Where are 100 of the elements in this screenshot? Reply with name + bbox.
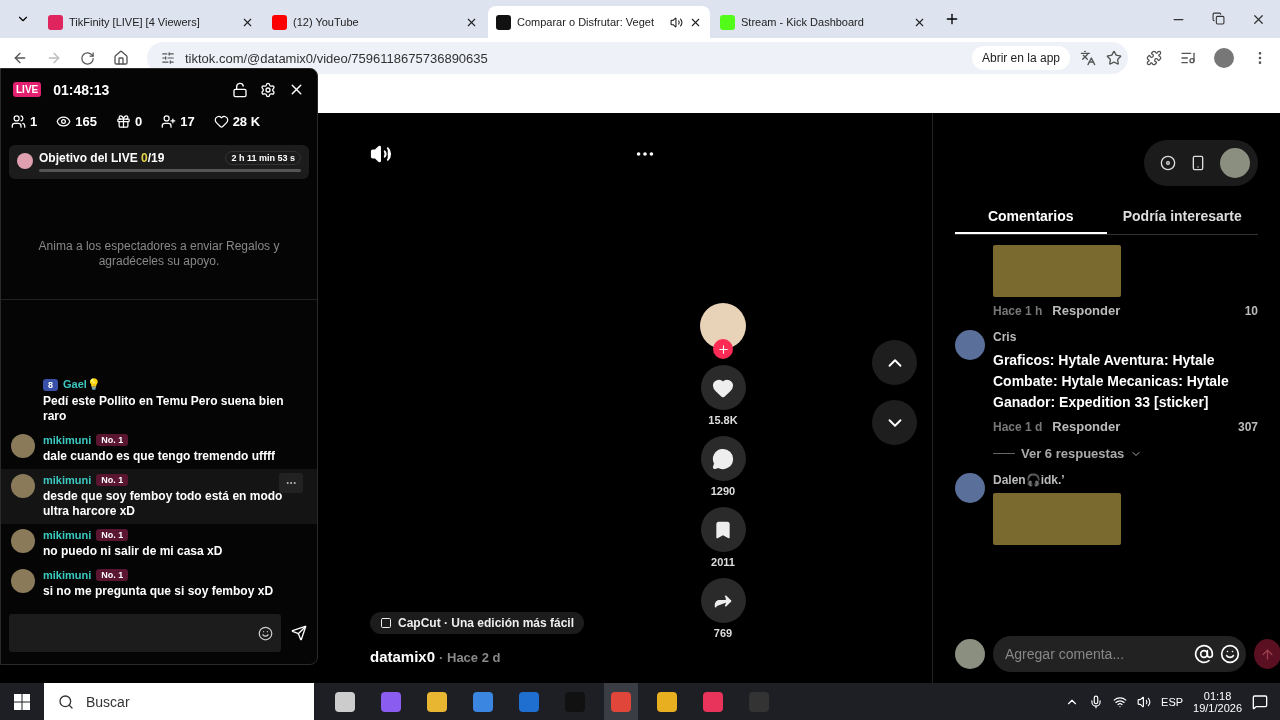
gift-hint-text: Anima a los espectadores a enviar Regalos y agradéceles su apoyo. xyxy=(37,238,281,270)
chat-message-text: desde que soy femboy todo está en modo ultra harcore xD xyxy=(43,489,284,519)
reply-link[interactable]: Responder xyxy=(1052,303,1121,318)
browser-tab[interactable]: (12) YouTube xyxy=(264,6,486,38)
rank-badge: No. 1 xyxy=(96,474,129,486)
capcut-icon xyxy=(380,617,392,629)
media-icon[interactable] xyxy=(1180,50,1196,66)
home-icon[interactable] xyxy=(113,50,129,66)
chat-input[interactable] xyxy=(9,614,281,652)
user-plus-icon xyxy=(161,114,177,129)
comment-input[interactable]: Agregar comenta... xyxy=(993,636,1246,672)
gift-icon xyxy=(115,114,131,129)
taskbar-clock[interactable]: 01:18 19/1/2026 xyxy=(1193,689,1242,714)
phone-icon[interactable] xyxy=(1190,155,1206,171)
open-app-button[interactable]: Abrir en la app xyxy=(971,46,1070,70)
profile-avatar[interactable] xyxy=(1214,48,1234,68)
microphone-icon[interactable] xyxy=(1089,694,1104,709)
translate-icon[interactable] xyxy=(1080,50,1096,66)
stat-value: 165 xyxy=(75,114,97,129)
send-icon[interactable] xyxy=(291,625,307,641)
share-button[interactable] xyxy=(700,578,746,623)
level-badge: 8 xyxy=(43,378,58,391)
commenter-name[interactable]: Dalen🎧idk.’ xyxy=(993,473,1258,487)
chat-username[interactable]: Gael💡 xyxy=(63,378,101,391)
user-avatar[interactable] xyxy=(1220,148,1250,178)
tab-title: Comparar o Disfrutar: Veget xyxy=(517,16,655,28)
creator-avatar[interactable] xyxy=(700,303,746,349)
notifications-icon[interactable] xyxy=(1252,693,1268,710)
settings-icon[interactable] xyxy=(260,81,276,98)
view-replies-button[interactable]: Ver 6 respuestas xyxy=(955,446,1258,461)
rank-badge: No. 1 xyxy=(96,529,129,541)
network-icon[interactable] xyxy=(1113,694,1128,709)
stat-value: 28 K xyxy=(232,114,261,129)
chat-username[interactable]: mikimuni xyxy=(43,569,92,581)
live-timer: 01:48:13 xyxy=(53,81,111,98)
favicon-icon xyxy=(48,14,63,30)
chat-message-text: si no me pregunta que si soy femboy xD xyxy=(43,584,274,599)
windows-logo-icon xyxy=(14,693,30,710)
post-button[interactable] xyxy=(1254,639,1280,669)
user-avatar xyxy=(955,639,985,669)
reply-link[interactable]: Responder xyxy=(1052,419,1121,434)
volume-icon[interactable] xyxy=(1137,694,1152,709)
disc-icon[interactable] xyxy=(1160,155,1176,171)
chat-username[interactable]: mikimuni xyxy=(43,529,92,541)
like-button[interactable] xyxy=(700,365,746,410)
action-count: 15.8K xyxy=(708,414,738,426)
site-settings-icon[interactable] xyxy=(161,51,175,65)
commenter-avatar xyxy=(955,473,985,503)
browser-tab[interactable]: Comparar o Disfrutar: Veget xyxy=(488,6,710,38)
author-name[interactable]: datamix0 xyxy=(370,648,436,665)
panel-tab[interactable]: Comentarios xyxy=(955,200,1107,234)
taskbar-search[interactable]: Buscar xyxy=(44,683,314,720)
chat-username[interactable]: mikimuni xyxy=(43,434,92,446)
tab-title: TikFinity [LIVE] [4 Viewers] xyxy=(69,16,201,28)
action-count: 2011 xyxy=(711,556,735,568)
chat-message-text: no puedo ni salir de mi casa xD xyxy=(43,544,223,559)
save-button[interactable] xyxy=(700,507,746,552)
favicon-icon xyxy=(720,14,735,30)
emoji-icon[interactable] xyxy=(258,625,273,641)
follow-button[interactable] xyxy=(713,339,733,359)
panel-tab[interactable]: Podría interesarte xyxy=(1106,200,1258,234)
volume-icon[interactable] xyxy=(370,143,392,165)
reload-icon[interactable] xyxy=(80,50,95,66)
goal-title: Objetivo del LIVE 0/19 xyxy=(39,151,165,165)
comment-likes[interactable]: 10 xyxy=(1244,303,1258,318)
message-more-button[interactable] xyxy=(279,473,303,493)
commenter-avatar xyxy=(955,330,985,360)
goal-icon xyxy=(17,153,33,169)
browser-tab[interactable]: TikFinity [LIVE] [4 Viewers] xyxy=(40,6,262,38)
language-indicator[interactable]: ESP xyxy=(1161,695,1184,708)
live-badge: LIVE xyxy=(13,82,42,97)
chat-username[interactable]: mikimuni xyxy=(43,474,92,486)
url-text: tiktok.com/@datamix0/video/7596118675736890635 xyxy=(185,50,489,66)
clock-time: 01:18 xyxy=(1203,689,1232,702)
new-tab-icon[interactable] xyxy=(944,11,960,27)
stat-value: 17 xyxy=(180,114,195,129)
back-icon[interactable] xyxy=(12,50,28,66)
favicon-icon xyxy=(496,14,511,30)
comment-text-input[interactable]: Agregar comenta... xyxy=(1003,645,1188,663)
heart-icon xyxy=(213,114,229,129)
comment-likes[interactable]: 307 xyxy=(1237,419,1258,434)
capcut-chip[interactable]: CapCut · Una edición más fácil xyxy=(370,612,585,634)
favicon-icon xyxy=(272,14,287,30)
unlock-icon[interactable] xyxy=(232,81,248,98)
chat-message-text: Pedí este Pollito en Temu Pero suena bien raro xyxy=(43,394,285,424)
browser-tab[interactable]: Stream - Kick Dashboard xyxy=(712,6,934,38)
address-bar[interactable]: tiktok.com/@datamix0/video/7596118675736890635 Abrir en la app xyxy=(147,42,1128,74)
comment-time: Hace 1 h xyxy=(993,303,1043,318)
tab-title: Stream - Kick Dashboard xyxy=(741,16,865,28)
viewers-icon xyxy=(11,114,26,129)
mention-icon[interactable] xyxy=(1194,644,1214,664)
extensions-icon[interactable] xyxy=(1146,50,1162,66)
star-icon[interactable] xyxy=(1106,50,1122,66)
commenter-name[interactable]: Cris xyxy=(993,330,1258,344)
restore-icon[interactable] xyxy=(1212,11,1225,25)
comment-button[interactable] xyxy=(700,436,746,481)
action-count: 1290 xyxy=(710,485,736,497)
search-icon xyxy=(58,693,74,710)
plus-icon xyxy=(716,342,730,356)
action-count: 769 xyxy=(713,627,733,639)
